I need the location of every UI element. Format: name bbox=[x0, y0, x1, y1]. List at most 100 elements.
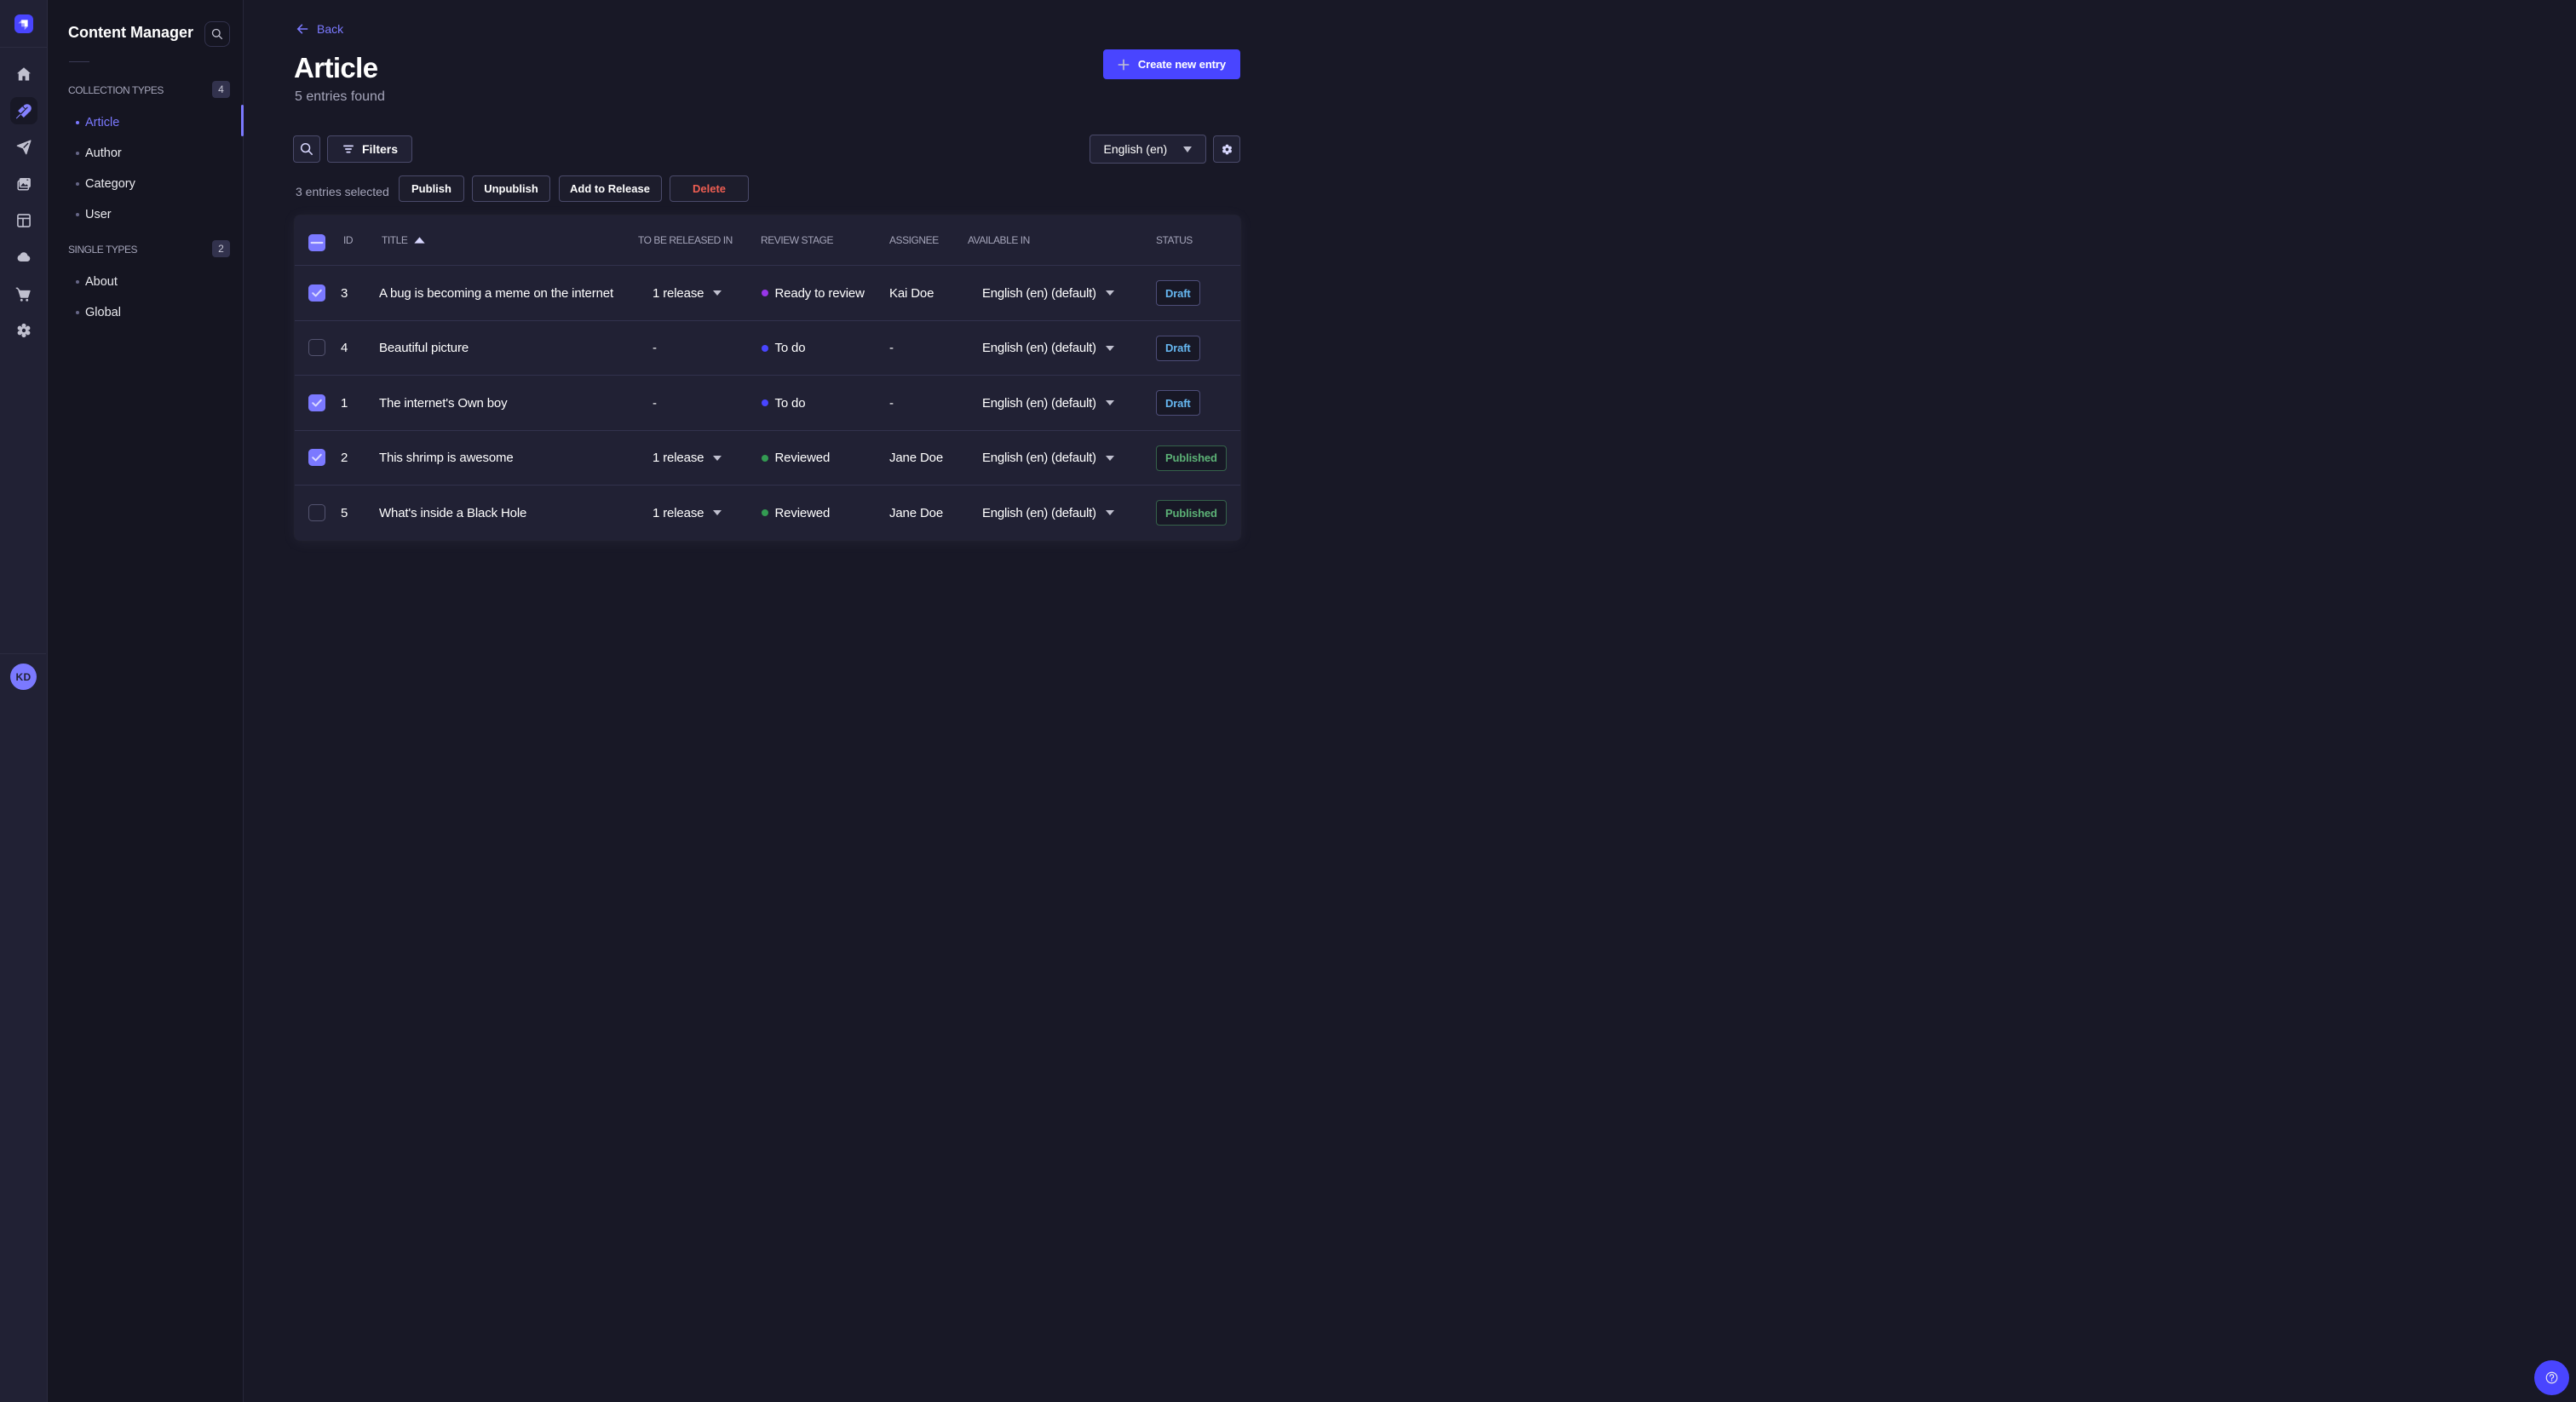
chevron-down-icon bbox=[1105, 290, 1114, 296]
avatar[interactable]: KD bbox=[10, 664, 37, 690]
table-row[interactable]: 1 The internet's Own boy - To do - English (e… bbox=[294, 375, 1240, 431]
sidebar-item-label: Global bbox=[85, 306, 121, 319]
cell-released: 1 release bbox=[653, 285, 704, 301]
bullet-icon bbox=[75, 279, 79, 284]
locale-select[interactable]: English (en) bbox=[1089, 135, 1206, 164]
locale-caret[interactable] bbox=[1105, 376, 1114, 431]
gear-icon bbox=[1222, 144, 1232, 154]
help-button[interactable] bbox=[2534, 1360, 2569, 1395]
table-row[interactable]: 5 What's inside a Black Hole 1 release Revi… bbox=[294, 485, 1240, 541]
publish-button[interactable]: Publish bbox=[399, 175, 464, 202]
search-button[interactable] bbox=[293, 135, 320, 163]
plus-icon bbox=[1118, 59, 1130, 70]
settings-button[interactable] bbox=[1213, 135, 1240, 163]
filters-label: Filters bbox=[362, 142, 399, 156]
cloud-icon bbox=[17, 252, 31, 261]
row-checkbox[interactable] bbox=[308, 339, 325, 357]
subnav-search-button[interactable] bbox=[204, 21, 230, 47]
release-caret[interactable] bbox=[713, 266, 722, 321]
create-new-entry-label: Create new entry bbox=[1137, 58, 1226, 71]
rail-item-layout[interactable] bbox=[10, 207, 37, 234]
delete-button[interactable]: Delete bbox=[670, 175, 749, 202]
status-badge: Draft bbox=[1156, 280, 1200, 307]
locale-caret[interactable] bbox=[1105, 266, 1114, 321]
select-all-checkbox[interactable] bbox=[308, 233, 325, 251]
sidebar-item-global[interactable]: Global bbox=[48, 297, 244, 328]
rail-item-cart[interactable] bbox=[10, 280, 37, 307]
section-label: SINGLE TYPES bbox=[68, 244, 138, 256]
row-checkbox[interactable] bbox=[308, 449, 325, 467]
locale-caret[interactable] bbox=[1105, 321, 1114, 376]
column-header-review[interactable]: REVIEW STAGE bbox=[761, 215, 834, 265]
search-icon bbox=[300, 142, 313, 155]
cell-id: 4 bbox=[341, 341, 348, 356]
back-link[interactable]: Back bbox=[296, 22, 343, 36]
row-checkbox[interactable] bbox=[308, 394, 325, 411]
create-new-entry-button[interactable]: Create new entry bbox=[1102, 49, 1240, 79]
back-label: Back bbox=[317, 22, 344, 36]
logo-zone bbox=[0, 0, 47, 48]
sort-asc-icon[interactable] bbox=[413, 215, 425, 265]
rail-item-gear[interactable] bbox=[10, 317, 37, 344]
active-item-indicator bbox=[241, 105, 244, 136]
row-checkbox[interactable] bbox=[308, 503, 325, 521]
rail-item-home[interactable] bbox=[10, 60, 37, 88]
sidebar-item-about[interactable]: About bbox=[48, 267, 244, 297]
home-icon bbox=[17, 67, 31, 81]
section-count-badge: 4 bbox=[212, 81, 230, 98]
chevron-down-icon bbox=[1105, 400, 1114, 406]
gear-icon bbox=[17, 323, 31, 338]
status-badge: Draft bbox=[1156, 390, 1200, 417]
stage-label: Ready to review bbox=[774, 285, 865, 301]
rail-item-cloud[interactable] bbox=[10, 244, 37, 271]
status-cell: Draft bbox=[1156, 266, 1200, 321]
sidebar-item-author[interactable]: Author bbox=[48, 138, 244, 169]
column-header-available[interactable]: AVAILABLE IN bbox=[968, 215, 1030, 265]
column-header-status[interactable]: STATUS bbox=[1156, 215, 1193, 265]
row-checkbox[interactable] bbox=[308, 284, 325, 302]
stage-cell: Reviewed bbox=[761, 486, 830, 541]
minus-icon bbox=[310, 241, 323, 244]
cell-id: 2 bbox=[341, 451, 348, 466]
release-caret[interactable] bbox=[713, 486, 722, 541]
table-row[interactable]: 3 A bug is becoming a meme on the interne… bbox=[294, 265, 1240, 321]
column-header-released[interactable]: TO BE RELEASED IN bbox=[638, 215, 733, 265]
rail-item-feather[interactable] bbox=[10, 97, 37, 124]
filter-icon bbox=[343, 145, 354, 153]
table-row[interactable]: 4 Beautiful picture - To do - English (en) (d… bbox=[294, 319, 1240, 376]
column-header-assignee[interactable]: ASSIGNEE bbox=[889, 215, 939, 265]
sidebar-item-article[interactable]: Article bbox=[48, 107, 244, 138]
sidebar-item-category[interactable]: Category bbox=[48, 169, 244, 199]
stage-cell: Ready to review bbox=[761, 266, 865, 321]
sidebar-item-label: About bbox=[85, 275, 118, 289]
filters-button[interactable]: Filters bbox=[327, 135, 413, 163]
stage-cell: To do bbox=[761, 376, 806, 431]
stage-dot-icon bbox=[761, 399, 768, 407]
cell-available: English (en) (default) bbox=[982, 285, 1096, 301]
status-badge: Published bbox=[1156, 500, 1227, 526]
sidebar-item-user[interactable]: User bbox=[48, 199, 244, 230]
rail-item-paper-plane[interactable] bbox=[10, 134, 37, 161]
locale-caret[interactable] bbox=[1105, 486, 1114, 541]
status-cell: Published bbox=[1156, 431, 1227, 486]
column-header-title[interactable]: TITLE bbox=[382, 215, 408, 265]
strapi-logo[interactable] bbox=[14, 14, 33, 33]
section-label: COLLECTION TYPES bbox=[68, 84, 164, 96]
column-header-id[interactable]: ID bbox=[343, 215, 354, 265]
rail-divider bbox=[0, 653, 46, 654]
locale-caret[interactable] bbox=[1105, 431, 1114, 486]
table-header-row: ID TITLE TO BE RELEASED IN REVIEW STAGE ASSI… bbox=[295, 215, 1241, 265]
status-cell: Draft bbox=[1156, 321, 1200, 376]
cell-released: - bbox=[653, 341, 657, 356]
rail-item-images[interactable] bbox=[10, 170, 37, 198]
chevron-down-icon bbox=[713, 510, 722, 516]
section-count-badge: 2 bbox=[212, 240, 230, 257]
table-row[interactable]: 2 This shrimp is awesome 1 release Reviewed… bbox=[294, 429, 1240, 486]
bullet-icon bbox=[75, 212, 79, 217]
cell-title: The internet's Own boy bbox=[379, 395, 508, 411]
add-to-release-button[interactable]: Add to Release bbox=[558, 175, 662, 202]
chevron-down-icon bbox=[1105, 510, 1114, 516]
release-caret[interactable] bbox=[713, 431, 722, 486]
unpublish-button[interactable]: Unpublish bbox=[472, 175, 550, 202]
cell-released: - bbox=[653, 395, 657, 411]
